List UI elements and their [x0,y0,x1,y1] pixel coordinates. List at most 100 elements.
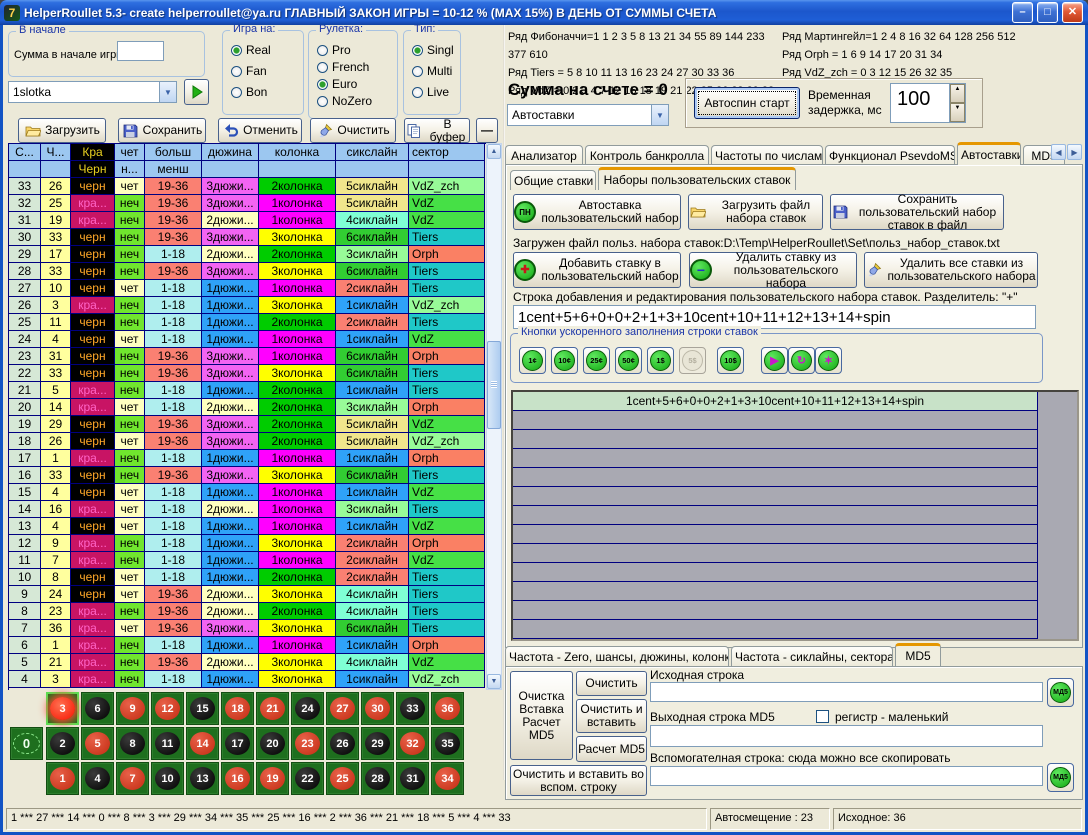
md5-clear-paste-aux-button[interactable]: Очистить и вставить во вспом. строку [510,765,647,796]
bet-list-row[interactable] [513,468,1037,487]
table-row[interactable]: 171кра...неч1-181дюжи...1колонка1сиклайн… [9,450,486,467]
delay-value[interactable]: 100 [891,84,949,122]
slot-combo[interactable]: 1slotka ▼ [8,81,177,103]
play-button[interactable]: ▶ [761,347,788,374]
bet-list-row[interactable] [513,601,1037,620]
toolbar-button-4[interactable]: В буфер [404,118,470,143]
board-cell-15[interactable]: 15 [186,692,219,725]
bet-list-row[interactable] [513,430,1037,449]
table-row[interactable]: 263кра...неч1-181дюжи...3колонка1сиклайн… [9,297,486,314]
board-cell-21[interactable]: 21 [256,692,289,725]
table-row[interactable]: 3326чернчет19-363дюжи...2колонка5сиклайн… [9,178,486,195]
radio-option-euro[interactable]: Euro [317,77,397,91]
toolbar-button-0[interactable]: Загрузить [18,118,106,143]
toolbar-button-1[interactable]: Сохранить [118,118,206,143]
table-row[interactable]: 2233черннеч19-363дюжи...3колонка6сиклайн… [9,365,486,382]
radio-option-french[interactable]: French [317,60,397,74]
board-cell-18[interactable]: 18 [221,692,254,725]
coin-button-1[interactable]: 10¢ [551,347,578,374]
board-cell-3[interactable]: 3 [46,692,79,725]
table-row[interactable]: 924чернчет19-362дюжи...3колонка4сиклайнT… [9,586,486,603]
delay-spinner[interactable]: 100 ▲ ▼ [890,83,966,123]
toolbar-button-5[interactable]: — [476,118,498,143]
radio-option-multi[interactable]: Multi [412,64,460,78]
md5-clear-button[interactable]: Очистить [576,671,647,696]
board-cell-11[interactable]: 11 [151,727,184,760]
remove-bet-button[interactable]: − Удалить ставку из пользовательского на… [689,252,857,288]
table-row[interactable]: 117кра...неч1-181дюжи...1колонка2сиклайн… [9,552,486,569]
board-cell-13[interactable]: 13 [186,762,219,795]
table-row[interactable]: 1826чернчет19-363дюжи...2колонка5сиклайн… [9,433,486,450]
repeat-button[interactable]: ↻ [788,347,815,374]
table-row[interactable]: 2014кра...чет1-182дюжи...2колонка3сиклай… [9,399,486,416]
board-cell-36[interactable]: 36 [431,692,464,725]
board-cell-35[interactable]: 35 [431,727,464,760]
load-bet-file-button[interactable]: Загрузить файл набора ставок [688,194,823,230]
board-cell-29[interactable]: 29 [361,727,394,760]
table-row[interactable]: 1416кра...чет1-182дюжи...1колонка3сиклай… [9,501,486,518]
radio-option-singl[interactable]: Singl [412,43,460,57]
bet-list-row[interactable] [513,525,1037,544]
toolbar-button-3[interactable]: Очистить [310,118,396,143]
table-row[interactable]: 108чернчет1-181дюжи...2колонка2сиклайнTi… [9,569,486,586]
main-tab-2[interactable]: Частоты по числам [711,145,823,165]
chevron-down-icon[interactable]: ▼ [651,105,668,125]
md5-run-button[interactable]: МД5 [1047,678,1074,707]
board-cell-24[interactable]: 24 [291,692,324,725]
board-cell-14[interactable]: 14 [186,727,219,760]
bet-list-row[interactable] [513,620,1037,639]
board-cell-10[interactable]: 10 [151,762,184,795]
table-row[interactable]: 61кра...неч1-181дюжи...1колонка1сиклайнO… [9,637,486,654]
board-cell-26[interactable]: 26 [326,727,359,760]
board-cell-2[interactable]: 2 [46,727,79,760]
chevron-down-icon[interactable]: ▼ [159,82,176,102]
coin-button-6[interactable]: 10$ [717,347,744,374]
bet-list-row[interactable] [513,411,1037,430]
slot-play-button[interactable] [184,79,209,105]
sub-tab-1[interactable]: Наборы пользовательских ставок [598,167,796,190]
mode-combo[interactable]: Автоставки ▼ [507,104,669,126]
md5-aux-input[interactable] [650,766,1043,786]
board-cell-23[interactable]: 23 [291,727,324,760]
main-tab-0[interactable]: Анализатор [505,145,583,165]
table-row[interactable]: 736кра...чет19-363дюжи...3колонка6сиклай… [9,620,486,637]
bottom-tab-1[interactable]: Частота - сиклайны, сектора [731,646,893,666]
register-checkbox[interactable] [816,710,829,723]
coin-button-4[interactable]: 1$ [647,347,674,374]
board-cell-5[interactable]: 5 [81,727,114,760]
board-cell-16[interactable]: 16 [221,762,254,795]
board-cell-19[interactable]: 19 [256,762,289,795]
board-cell-12[interactable]: 12 [151,692,184,725]
table-row[interactable]: 521кра...неч19-362дюжи...3колонка4сиклай… [9,654,486,671]
md5-output-input[interactable] [650,725,1043,747]
tab-scroll-right-icon[interactable]: ▶ [1067,144,1082,160]
table-row[interactable]: 1929черннеч19-363дюжи...2колонка5сиклайн… [9,416,486,433]
results-table-body[interactable]: 3326чернчет19-363дюжи...2колонка5сиклайн… [9,178,486,688]
bet-list-row[interactable] [513,487,1037,506]
table-row[interactable]: 134чернчет1-181дюжи...1колонка1сиклайнVd… [9,518,486,535]
board-cell-1[interactable]: 1 [46,762,79,795]
board-cell-27[interactable]: 27 [326,692,359,725]
board-cell-20[interactable]: 20 [256,727,289,760]
tab-scroll-left-icon[interactable]: ◀ [1051,144,1066,160]
board-cell-25[interactable]: 25 [326,762,359,795]
table-row[interactable]: 3033черннеч19-363дюжи...3колонка6сиклайн… [9,229,486,246]
board-cell-30[interactable]: 30 [361,692,394,725]
board-cell-4[interactable]: 4 [81,762,114,795]
radio-option-pro[interactable]: Pro [317,43,397,57]
autospin-start-button[interactable]: Автоспин старт [694,87,800,119]
remove-all-bets-button[interactable]: Удалить все ставки из пользовательского … [864,252,1038,288]
radio-option-live[interactable]: Live [412,85,460,99]
table-row[interactable]: 3119кра...неч19-362дюжи...1колонка4сикла… [9,212,486,229]
md5-calc-button[interactable]: Расчет MD5 [576,736,647,762]
table-row[interactable]: 823кра...неч19-362дюжи...2колонка4сиклай… [9,603,486,620]
board-cell-28[interactable]: 28 [361,762,394,795]
toolbar-button-2[interactable]: Отменить [218,118,302,143]
board-cell-17[interactable]: 17 [221,727,254,760]
radio-option-real[interactable]: Real [231,43,303,57]
sub-tab-0[interactable]: Общие ставки [510,170,596,190]
table-row[interactable]: 154чернчет1-181дюжи...1колонка1сиклайнVd… [9,484,486,501]
board-cell-34[interactable]: 34 [431,762,464,795]
bottom-tab-0[interactable]: Частота - Zero, шансы, дюжины, колонки [505,646,729,666]
save-bet-file-button[interactable]: Сохранить пользовательский набор ставок … [830,194,1004,230]
